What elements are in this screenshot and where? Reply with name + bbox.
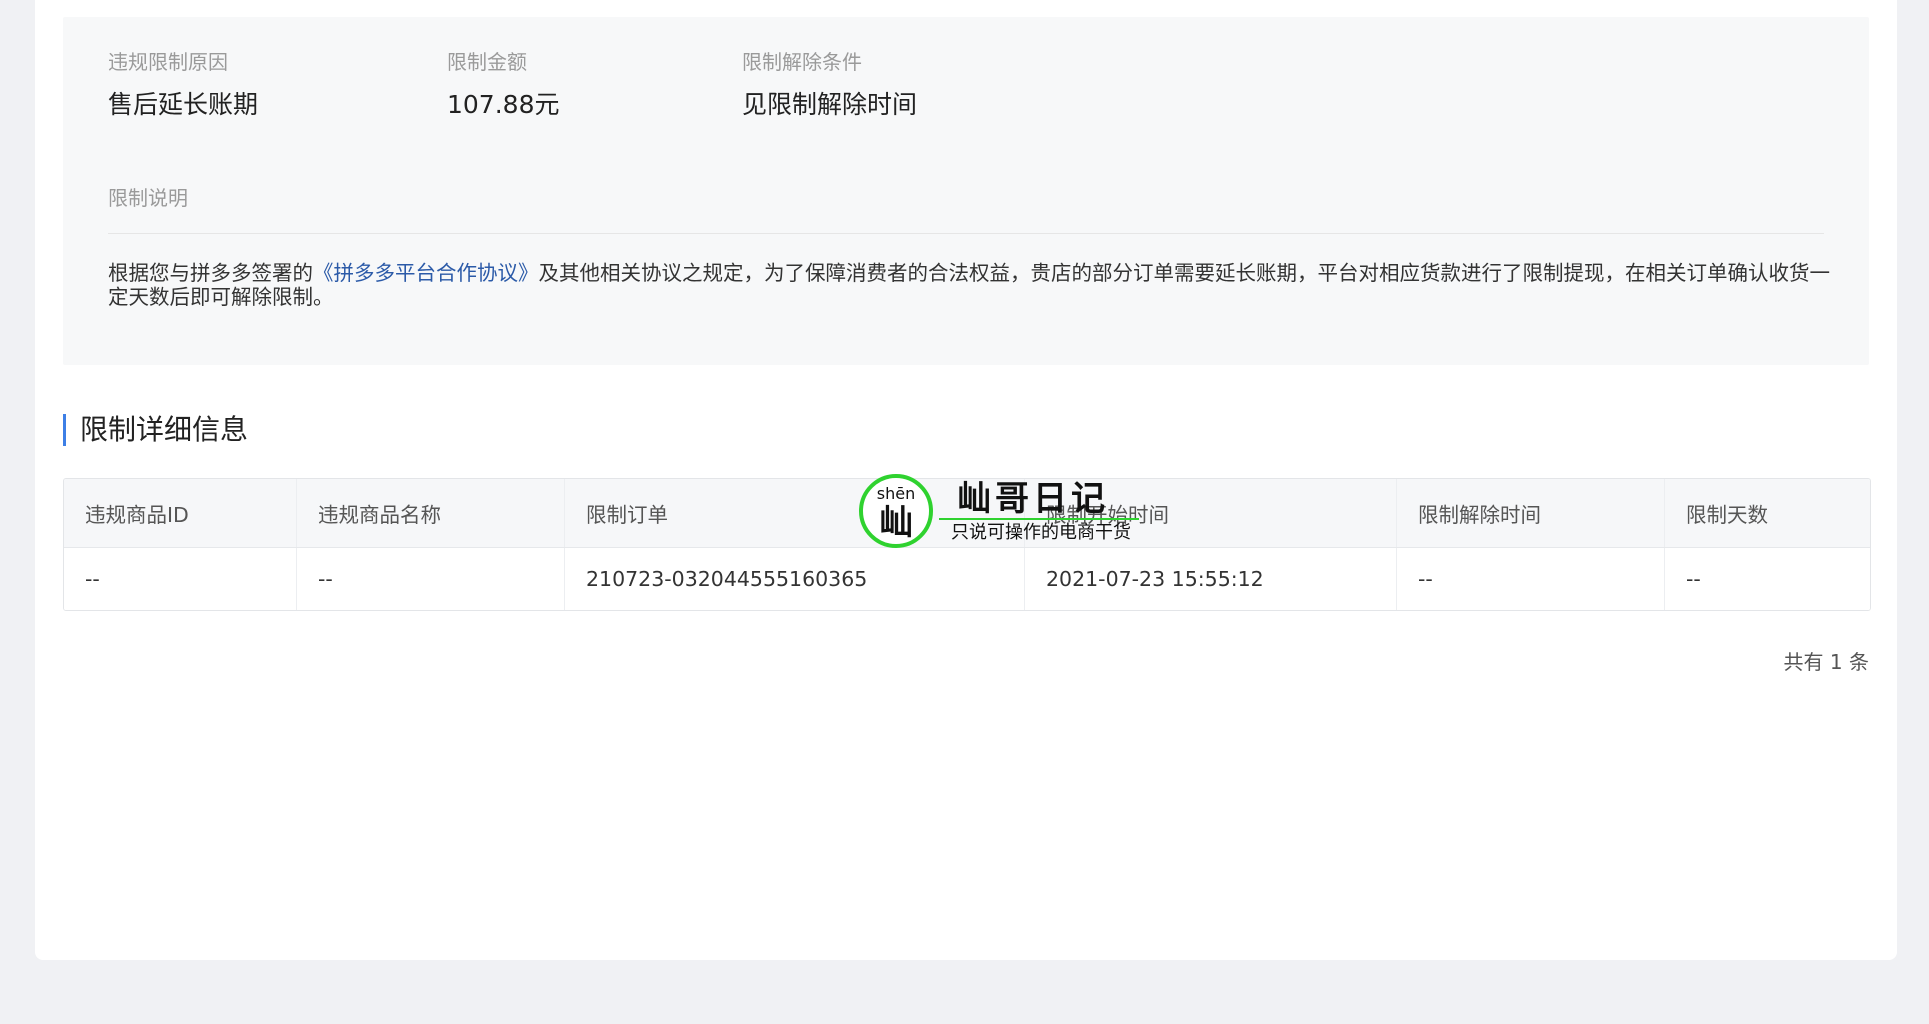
amount-value: 107.88元 [447, 90, 560, 119]
header-product-name: 违规商品名称 [297, 479, 565, 547]
amount-label: 限制金额 [447, 50, 527, 74]
reason-value: 售后延长账期 [108, 90, 259, 119]
amount-field: 限制金额 107.88元 [447, 49, 559, 121]
watermark-char: 屾 [879, 503, 913, 543]
reason-field: 违规限制原因 售后延长账期 [108, 49, 258, 121]
cell-days: -- [1686, 567, 1701, 591]
watermark-slogan: 只说可操作的电商干货 [951, 522, 1131, 543]
main-card: 违规限制原因 售后延长账期 限制金额 107.88元 限制解除条件 见限制解除时… [35, 0, 1897, 960]
release-condition-label: 限制解除条件 [742, 50, 862, 74]
restriction-summary-panel: 违规限制原因 售后延长账期 限制金额 107.88元 限制解除条件 见限制解除时… [63, 17, 1869, 365]
watermark-underline [939, 518, 1139, 520]
cell-order: 210723-032044555160365 [565, 548, 1025, 610]
description-text-before: 根据您与拼多多签署的 [108, 261, 313, 285]
section-title: 限制详细信息 [63, 414, 248, 446]
description-divider [108, 233, 1824, 234]
header-product-id: 违规商品ID [64, 479, 297, 547]
watermark-circle-icon: shēn 屾 [859, 474, 933, 548]
header-days: 限制天数 [1686, 503, 1768, 527]
header-release-time: 限制解除时间 [1397, 479, 1665, 547]
total-count: 共有 1 条 [1783, 650, 1869, 674]
watermark-brand: 屾哥日记 [957, 479, 1109, 519]
cell-release-time: -- [1397, 548, 1665, 610]
cell-product-id: -- [64, 548, 297, 610]
table-row: -- -- 210723-032044555160365 2021-07-23 … [64, 548, 1870, 610]
watermark-pinyin: shēn [876, 484, 916, 503]
cell-product-name: -- [297, 548, 565, 610]
cell-start-time: 2021-07-23 15:55:12 [1025, 548, 1397, 610]
reason-label: 违规限制原因 [108, 50, 228, 74]
release-condition-value: 见限制解除时间 [742, 90, 918, 119]
watermark-logo: shēn 屾 屾哥日记 只说可操作的电商干货 [859, 474, 1159, 554]
agreement-link[interactable]: 《拼多多平台合作协议》 [313, 261, 539, 285]
release-condition-field: 限制解除条件 见限制解除时间 [742, 49, 917, 121]
description-title: 限制说明 [108, 186, 188, 210]
description-text: 根据您与拼多多签署的《拼多多平台合作协议》及其他相关协议之规定，为了保障消费者的… [108, 261, 1838, 309]
